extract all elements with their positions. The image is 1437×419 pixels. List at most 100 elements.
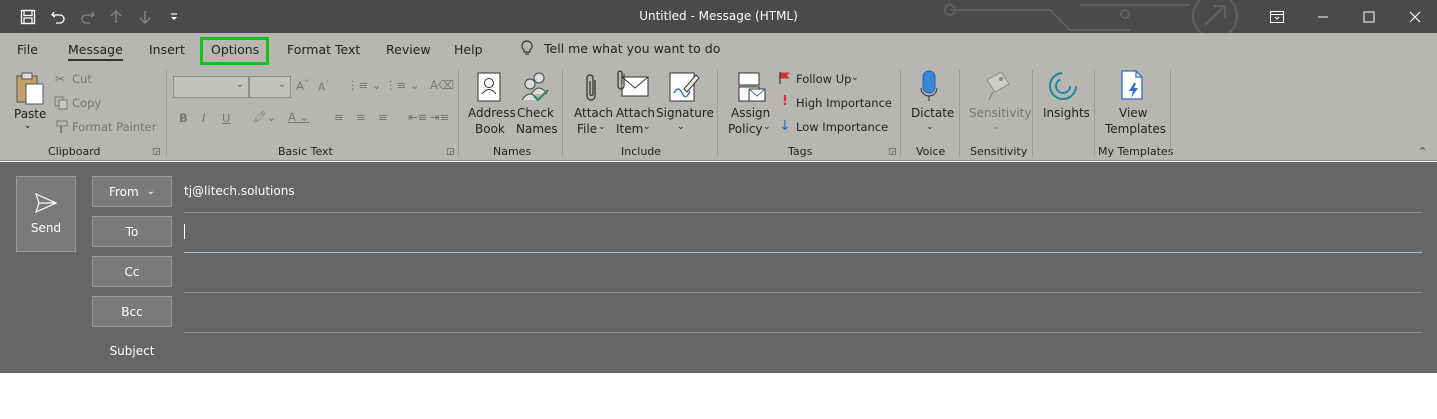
shrink-font-icon[interactable]: Aˇ <box>318 80 329 94</box>
from-button[interactable]: From ⌄ <box>92 176 172 207</box>
chevron-down-icon[interactable]: ⌄ <box>992 122 1000 132</box>
paperclip-icon[interactable] <box>582 72 602 104</box>
chevron-down-icon: ⌄ <box>146 186 156 197</box>
check-names-icon[interactable] <box>520 70 550 102</box>
copy-icon <box>54 96 68 110</box>
microphone-icon[interactable] <box>919 70 939 102</box>
align-left-icon[interactable]: ≡ <box>334 110 344 124</box>
align-center-icon[interactable]: ≡ <box>356 110 366 124</box>
group-separator <box>458 70 459 156</box>
bcc-input[interactable] <box>184 296 1422 332</box>
view-templates-icon[interactable] <box>1119 70 1147 102</box>
chevron-down-icon[interactable]: ⌄ <box>851 73 859 83</box>
bold-icon[interactable]: B <box>179 111 188 125</box>
clear-formatting-icon[interactable]: A⌫ <box>430 78 454 92</box>
insights-label[interactable]: Insights <box>1043 105 1090 121</box>
attach-item-label-2[interactable]: Item <box>616 121 643 137</box>
address-book-label-1[interactable]: Address <box>468 105 516 121</box>
tab-help[interactable]: Help <box>454 42 483 57</box>
paste-dropdown-icon[interactable]: ⌄ <box>24 121 32 131</box>
to-input[interactable] <box>184 216 1422 252</box>
paste-label[interactable]: Paste <box>14 106 46 122</box>
low-importance-icon: ↓ <box>779 118 791 134</box>
sensitivity-icon[interactable] <box>983 70 1011 102</box>
view-templates-label-2[interactable]: Templates <box>1105 121 1166 137</box>
grow-font-icon[interactable]: A^ <box>296 79 310 93</box>
from-value: tj@litech.solutions <box>184 184 295 198</box>
chevron-down-icon[interactable]: ⌄ <box>598 122 606 132</box>
tags-group-label: Tags <box>788 145 813 158</box>
italic-icon[interactable]: I <box>202 111 205 125</box>
font-color-icon[interactable]: A ⌄ <box>288 110 309 124</box>
tab-format-text[interactable]: Format Text <box>287 42 360 57</box>
basic-text-dialog-launcher-icon[interactable]: ◲ <box>446 147 455 157</box>
attach-file-label-2[interactable]: File <box>577 121 597 137</box>
group-separator <box>1170 70 1171 156</box>
address-book-icon[interactable] <box>476 72 502 102</box>
assign-policy-label-1[interactable]: Assign <box>731 105 770 121</box>
attach-item-icon[interactable] <box>616 70 650 100</box>
message-body[interactable] <box>0 373 1437 419</box>
address-book-label-2[interactable]: Book <box>475 121 505 137</box>
attach-file-label-1[interactable]: Attach <box>574 105 613 121</box>
increase-indent-icon[interactable]: ⇥≡ <box>430 110 449 124</box>
attach-item-label-1[interactable]: Attach <box>616 105 655 121</box>
lightbulb-icon <box>521 40 533 55</box>
send-button[interactable]: Send <box>16 176 76 252</box>
view-templates-label-1[interactable]: View <box>1119 105 1147 121</box>
font-name-combobox[interactable]: ⌄ <box>173 76 249 98</box>
chevron-down-icon[interactable]: ⌄ <box>926 122 934 132</box>
minimize-icon[interactable] <box>1300 0 1346 33</box>
align-right-icon[interactable]: ≡ <box>378 110 388 124</box>
text-caret <box>184 224 185 239</box>
cc-input[interactable] <box>184 256 1422 292</box>
tab-review[interactable]: Review <box>386 42 431 57</box>
maximize-icon[interactable] <box>1346 0 1392 33</box>
decrease-indent-icon[interactable]: ⇤≡ <box>408 110 427 124</box>
dictate-label[interactable]: Dictate <box>911 105 954 121</box>
cc-label: Cc <box>124 264 140 279</box>
group-separator <box>900 70 901 156</box>
high-importance-button[interactable]: High Importance <box>796 96 892 110</box>
collapse-ribbon-icon[interactable]: ⌃ <box>1418 145 1427 158</box>
chevron-down-icon[interactable]: ⌄ <box>643 122 651 132</box>
group-separator <box>1094 70 1095 156</box>
bcc-button[interactable]: Bcc <box>92 296 172 327</box>
numbering-icon[interactable]: ⋮≡ ⌄ <box>385 78 419 92</box>
font-size-combobox[interactable]: ⌄ <box>249 76 291 98</box>
chevron-down-icon: ⌄ <box>277 79 286 90</box>
signature-icon[interactable] <box>668 71 700 103</box>
cut-button[interactable]: Cut <box>72 72 92 86</box>
insights-icon[interactable] <box>1047 70 1079 102</box>
sensitivity-button-label[interactable]: Sensitivity <box>969 105 1031 121</box>
check-names-label-1[interactable]: Check <box>517 105 554 121</box>
chevron-down-icon[interactable]: ⌄ <box>763 122 771 132</box>
tell-me-search[interactable]: Tell me what you want to do <box>520 40 720 56</box>
subject-input[interactable] <box>184 338 1422 368</box>
tab-file[interactable]: File <box>17 42 38 57</box>
chevron-down-icon: ⌄ <box>235 79 244 90</box>
tab-message[interactable]: Message <box>68 42 123 61</box>
assign-policy-label-2[interactable]: Policy <box>728 121 763 137</box>
paste-icon[interactable] <box>14 72 46 110</box>
follow-up-button[interactable]: Follow Up <box>796 72 851 86</box>
format-painter-button[interactable]: Format Painter <box>72 120 156 134</box>
flag-icon <box>779 72 790 84</box>
highlight-color-icon[interactable]: 🖍⌄ <box>252 110 276 124</box>
assign-policy-icon[interactable] <box>737 71 767 103</box>
to-button[interactable]: To <box>92 216 172 247</box>
close-icon[interactable] <box>1392 0 1437 33</box>
chevron-down-icon[interactable]: ⌄ <box>677 122 685 132</box>
clipboard-dialog-launcher-icon[interactable]: ◲ <box>152 147 161 157</box>
bullets-icon[interactable]: ⋮≡ ⌄ <box>347 78 381 92</box>
ribbon-display-options-icon[interactable] <box>1254 0 1300 33</box>
signature-label[interactable]: Signature <box>656 105 714 121</box>
check-names-label-2[interactable]: Names <box>516 121 558 137</box>
cc-button[interactable]: Cc <box>92 256 172 287</box>
tags-dialog-launcher-icon[interactable]: ◲ <box>888 147 897 157</box>
copy-button[interactable]: Copy <box>72 96 101 110</box>
underline-icon[interactable]: U <box>222 111 230 125</box>
low-importance-button[interactable]: Low Importance <box>796 120 888 134</box>
include-group-label: Include <box>621 145 662 158</box>
tab-insert[interactable]: Insert <box>149 42 185 57</box>
